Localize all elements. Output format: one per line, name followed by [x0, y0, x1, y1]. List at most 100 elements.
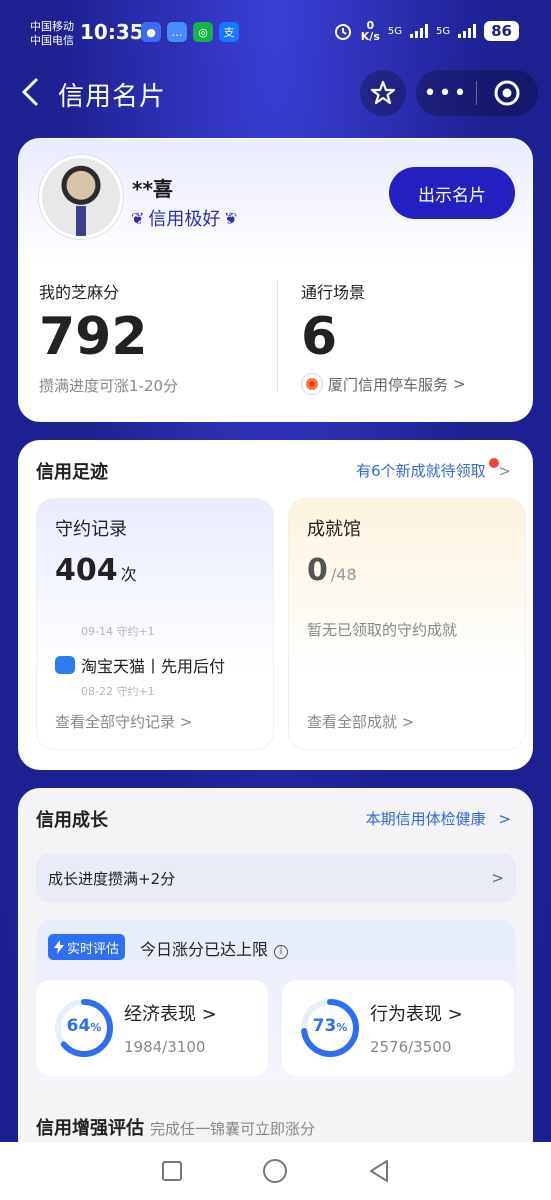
realtime-status-text: 今日涨分已达上限	[140, 940, 269, 959]
behavior-label: 行为表现 >	[370, 1000, 463, 1026]
more-icon: •••	[423, 80, 469, 106]
back-icon	[21, 78, 38, 106]
promise-record-card[interactable]: 守约记录 404 次 09-14 守约+1 淘宝天猫丨先用后付 08-22 守约+…	[36, 498, 274, 750]
parking-service-text: 厦门信用停车服务	[328, 375, 449, 394]
enhance-title-text: 信用增强评估	[36, 1118, 144, 1139]
page-title: 信用名片	[58, 82, 167, 112]
laurel-icon: ❦	[131, 208, 145, 228]
behavior-percent: 73%	[300, 1016, 360, 1036]
user-name: **喜	[132, 177, 173, 201]
system-navigation-bar	[0, 1142, 551, 1200]
achievement-count: 0/48	[307, 553, 357, 588]
faded-record-bottom: 08-22 守约+1	[81, 685, 155, 698]
credit-footprint-card: 信用足迹 有6个新成就待领取 > 守约记录 404 次 09-14 守约+1 淘宝…	[18, 440, 533, 770]
credit-checkup-link[interactable]: 本期信用体检健康 >	[366, 808, 511, 829]
profile-card: **喜 ❦ 信用极好 ❦ 出示名片 我的芝麻分 792 攒满进度可涨1-20分 …	[18, 138, 533, 422]
chevron-right-icon: >	[453, 375, 466, 393]
star-icon	[370, 80, 396, 105]
realtime-tag: 实时评估	[48, 934, 126, 960]
info-icon[interactable]: i	[274, 944, 289, 959]
network-type-2: 5G	[436, 25, 451, 37]
chevron-right-icon: >	[179, 713, 193, 731]
scene-label: 通行场景	[301, 283, 366, 302]
chevron-right-icon: >	[498, 810, 511, 828]
sesame-score[interactable]: 792	[39, 307, 148, 367]
promise-count-unit: 次	[120, 565, 137, 584]
score-label: 我的芝麻分	[39, 283, 120, 302]
avatar[interactable]	[39, 155, 123, 239]
record-entry-text: 淘宝天猫丨先用后付	[81, 657, 226, 676]
economic-percent-number: 64	[66, 1016, 91, 1036]
carrier-info: 中国移动 中国电信	[30, 20, 74, 48]
view-all-records-text: 查看全部守约记录	[55, 713, 176, 731]
economic-percent: 64%	[54, 1016, 114, 1036]
achievement-hall-card[interactable]: 成就馆 0/48 暂无已领取的守约成就 查看全部成就 >	[288, 498, 526, 750]
network-type-1: 5G	[387, 25, 402, 37]
mini-program-close-icon	[494, 80, 520, 106]
battery-indicator: 86	[484, 21, 519, 41]
notification-icons: ● … ◎ 支	[141, 22, 239, 42]
wechat-app-icon: ◎	[193, 22, 213, 42]
mini-program-capsule: •••	[416, 70, 538, 116]
record-entry: 淘宝天猫丨先用后付	[55, 653, 225, 677]
score-hint: 攒满进度可涨1-20分	[39, 377, 179, 395]
section-title-footprint: 信用足迹	[36, 462, 108, 483]
view-all-records-link[interactable]: 查看全部守约记录 >	[55, 711, 192, 732]
realtime-evaluation: 实时评估 今日涨分已达上限 i 64% 经济表现 > 1984/3100 73%	[36, 920, 516, 1085]
behavior-performance-card[interactable]: 73% 行为表现 > 2576/3500	[282, 980, 514, 1076]
status-right: 0 K/s 5G 5G 86	[333, 20, 519, 42]
economic-score: 1984/3100	[124, 1038, 206, 1056]
lightning-icon	[54, 940, 64, 954]
parking-logo-icon	[301, 373, 323, 395]
growth-progress-bar[interactable]: 成长进度攒满+2分 >	[36, 854, 516, 902]
achievement-total: /48	[330, 565, 357, 584]
carrier-1: 中国移动	[30, 20, 74, 33]
notification-dot	[489, 458, 499, 468]
behavior-label-text: 行为表现	[370, 1004, 442, 1025]
chevron-right-icon: >	[447, 1004, 463, 1025]
realtime-tag-text: 实时评估	[67, 941, 120, 957]
economic-label: 经济表现 >	[124, 1000, 217, 1026]
system-back-button[interactable]	[364, 1156, 394, 1186]
alipay-app-icon: 支	[219, 22, 239, 42]
back-button[interactable]	[18, 76, 46, 108]
close-mini-program-button[interactable]	[477, 79, 537, 107]
behavior-score: 2576/3500	[370, 1038, 452, 1056]
new-achievements-text: 有6个新成就待领取	[356, 462, 486, 480]
favorite-button[interactable]	[360, 70, 406, 116]
net-speed-unit: K/s	[360, 30, 380, 43]
promise-count-number: 404	[55, 553, 118, 588]
growth-progress-text: 成长进度攒满+2分	[48, 869, 176, 888]
enhance-evaluation-heading: 信用增强评估 完成任一锦囊可立即涨分	[36, 1114, 315, 1140]
status-bar: 中国移动 中国电信 10:35 ● … ◎ 支 0 K/s 5G 5G 86	[0, 0, 551, 64]
enhance-subtitle: 完成任一锦囊可立即涨分	[150, 1120, 316, 1138]
home-icon	[263, 1159, 288, 1183]
message-app-icon: …	[167, 22, 187, 42]
scene-count[interactable]: 6	[301, 307, 337, 367]
taobao-icon	[55, 656, 75, 674]
status-time: 10:35	[80, 20, 144, 44]
recent-apps-button[interactable]	[157, 1156, 187, 1186]
divider	[277, 281, 278, 391]
signal-icon-2	[458, 24, 477, 38]
chevron-right-icon: >	[201, 1004, 217, 1025]
achievement-count-number: 0	[307, 553, 328, 588]
back-nav-icon	[370, 1160, 389, 1182]
more-button[interactable]: •••	[416, 81, 476, 106]
notification-app-icon: ●	[141, 22, 161, 42]
economic-performance-card[interactable]: 64% 经济表现 > 1984/3100	[36, 980, 268, 1076]
new-achievements-link[interactable]: 有6个新成就待领取 >	[356, 460, 511, 481]
section-title-growth: 信用成长	[36, 810, 108, 831]
credit-checkup-text: 本期信用体检健康	[365, 810, 486, 828]
behavior-percent-sign: %	[336, 1021, 348, 1034]
home-button[interactable]	[260, 1156, 290, 1186]
signal-icon	[410, 24, 428, 38]
view-all-achievements-text: 查看全部成就	[307, 713, 398, 731]
credit-level-text: 信用极好	[148, 209, 221, 230]
show-card-button[interactable]: 出示名片	[389, 167, 515, 219]
parking-service-link[interactable]: 厦门信用停车服务 >	[301, 373, 466, 395]
economic-label-text: 经济表现	[124, 1004, 196, 1025]
view-all-achievements-link[interactable]: 查看全部成就 >	[307, 711, 414, 732]
net-speed: 0 K/s	[361, 20, 380, 42]
chevron-right-icon: >	[401, 713, 415, 731]
